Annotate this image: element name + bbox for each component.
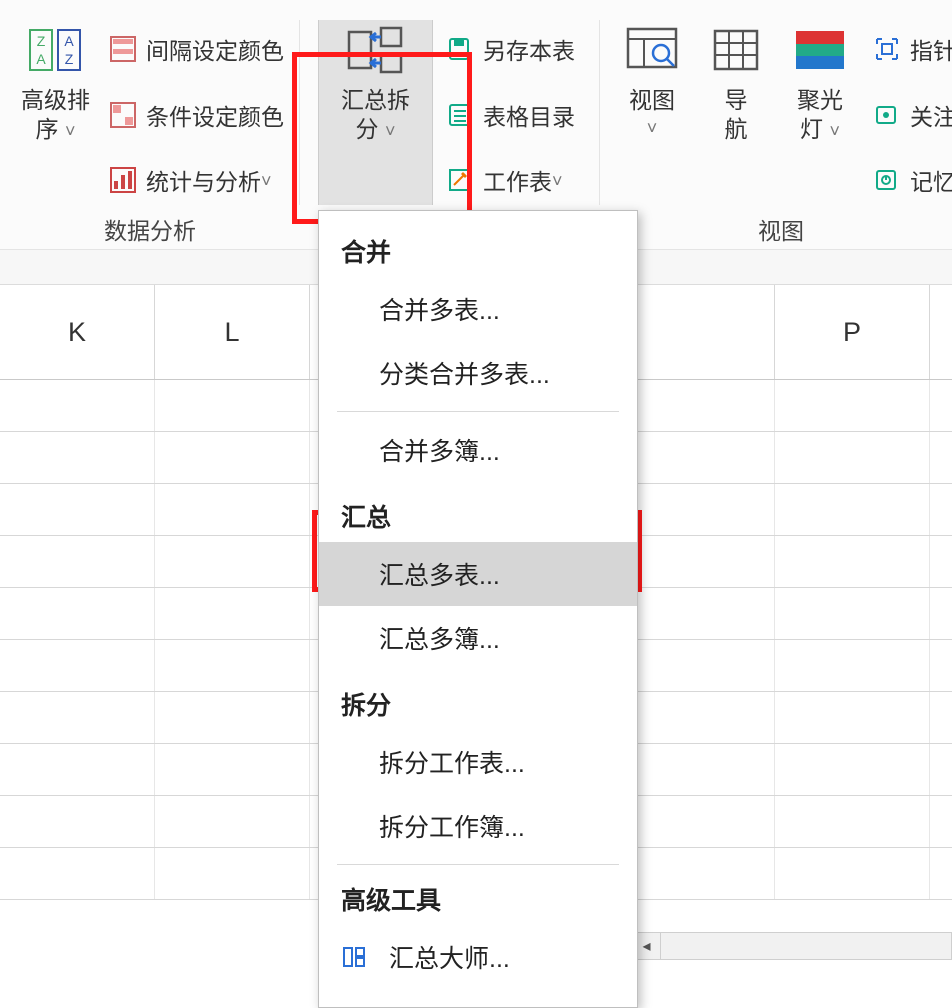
menu-item-summary-master[interactable]: 汇总大师...	[319, 925, 637, 989]
svg-text:Z: Z	[64, 51, 73, 67]
col-header[interactable]: Q	[930, 285, 952, 379]
chevron-down-icon: ˅	[65, 121, 76, 141]
spotlight-label-2: 灯 ˅	[800, 115, 840, 144]
worksheet-label: 工作表	[483, 163, 552, 197]
stats-icon	[108, 165, 138, 195]
interval-color-label: 间隔设定颜色	[146, 32, 284, 66]
chevron-down-icon: ˅	[647, 117, 658, 140]
summary-split-label-2: 分 ˅	[356, 115, 396, 144]
follow-label: 关注	[910, 98, 952, 132]
follow-button[interactable]: 关注	[866, 90, 952, 140]
summary-split-label-1: 汇总拆	[341, 86, 410, 115]
menu-section-merge: 合并	[319, 223, 637, 277]
memory-icon	[872, 165, 902, 195]
menu-item-split-workbook[interactable]: 拆分工作簿...	[319, 794, 637, 858]
view-button[interactable]: 视图 ˅	[610, 20, 694, 205]
pointer-button[interactable]: 指针	[866, 24, 952, 74]
svg-text:A: A	[64, 33, 74, 49]
svg-text:Z: Z	[36, 33, 45, 49]
save-copy-label: 另存本表	[483, 32, 575, 66]
menu-item-merge-workbooks[interactable]: 合并多簿...	[319, 418, 637, 482]
stats-analysis-label: 统计与分析	[146, 163, 261, 197]
group-label-view: 视图	[610, 209, 952, 249]
worksheet-button[interactable]: 工作表 ˅	[439, 155, 581, 205]
chevron-down-icon: ˅	[385, 121, 396, 141]
menu-item-split-sheet[interactable]: 拆分工作表...	[319, 730, 637, 794]
toc-icon	[445, 100, 475, 130]
conditional-color-icon	[108, 100, 138, 130]
worksheet-icon	[445, 165, 475, 195]
follow-icon	[872, 100, 902, 130]
view-label: 视图	[629, 86, 675, 115]
table-toc-button[interactable]: 表格目录	[439, 90, 581, 140]
menu-item-summary-master-label: 汇总大师...	[389, 939, 510, 975]
ribbon-buttons: Z A A Z 高级排 序 ˅	[0, 0, 952, 209]
menu-separator	[337, 864, 619, 865]
conditional-color-label: 条件设定颜色	[146, 98, 284, 132]
menu-item-merge-sheets[interactable]: 合并多表...	[319, 277, 637, 341]
ribbon-group-data-analysis: Z A A Z 高级排 序 ˅	[0, 20, 300, 205]
group-label-data-analysis: 数据分析	[0, 209, 300, 249]
ribbon-group-view: 视图 ˅ 导 航	[610, 20, 952, 205]
horizontal-scrollbar[interactable]: ◂	[632, 932, 952, 960]
chevron-down-icon: ˅	[261, 171, 272, 192]
col-header[interactable]: K	[0, 285, 155, 379]
table-toc-label: 表格目录	[483, 98, 575, 132]
advanced-sort-label-1: 高级排	[21, 86, 90, 115]
chevron-down-icon: ˅	[552, 171, 563, 192]
svg-text:A: A	[36, 51, 46, 67]
menu-separator	[337, 411, 619, 412]
summary-master-icon	[341, 944, 367, 970]
memory-button[interactable]: 记忆	[866, 155, 952, 205]
split-merge-icon	[346, 20, 406, 80]
summary-split-button[interactable]: 汇总拆 分 ˅	[318, 20, 433, 205]
nav-label-2: 航	[725, 115, 748, 144]
advanced-sort-button[interactable]: Z A A Z 高级排 序 ˅	[9, 20, 102, 205]
menu-section-summary: 汇总	[319, 488, 637, 542]
stats-analysis-button[interactable]: 统计与分析 ˅	[102, 155, 290, 205]
save-copy-icon	[445, 34, 475, 64]
col-header[interactable]	[620, 285, 775, 379]
memory-label: 记忆	[910, 163, 952, 197]
pointer-label: 指针	[910, 32, 952, 66]
sort-icon: Z A A Z	[26, 20, 86, 80]
menu-section-advanced: 高级工具	[319, 871, 637, 925]
menu-item-merge-sheets-category[interactable]: 分类合并多表...	[319, 341, 637, 405]
nav-icon	[706, 20, 766, 80]
spotlight-label-1: 聚光	[797, 86, 843, 115]
menu-item-summarize-sheets[interactable]: 汇总多表...	[319, 542, 637, 606]
pointer-icon	[872, 34, 902, 64]
chevron-down-icon: ˅	[829, 121, 840, 141]
nav-label-1: 导	[725, 86, 748, 115]
col-header[interactable]: P	[775, 285, 930, 379]
ribbon-group-summary: 汇总拆 分 ˅ 另存本表 表格目录	[300, 20, 600, 205]
spotlight-button[interactable]: 聚光 灯 ˅	[778, 20, 862, 205]
menu-item-summarize-workbooks[interactable]: 汇总多簿...	[319, 606, 637, 670]
advanced-sort-label-2: 序 ˅	[36, 115, 76, 144]
nav-button[interactable]: 导 航	[694, 20, 778, 205]
interval-color-button[interactable]: 间隔设定颜色	[102, 24, 290, 74]
conditional-color-button[interactable]: 条件设定颜色	[102, 90, 290, 140]
menu-section-split: 拆分	[319, 676, 637, 730]
save-copy-button[interactable]: 另存本表	[439, 24, 581, 74]
summary-split-menu: 合并 合并多表... 分类合并多表... 合并多簿... 汇总 汇总多表... …	[318, 210, 638, 1008]
interval-color-icon	[108, 34, 138, 64]
col-header[interactable]: L	[155, 285, 310, 379]
view-icon	[622, 20, 682, 80]
spotlight-icon	[790, 20, 850, 80]
